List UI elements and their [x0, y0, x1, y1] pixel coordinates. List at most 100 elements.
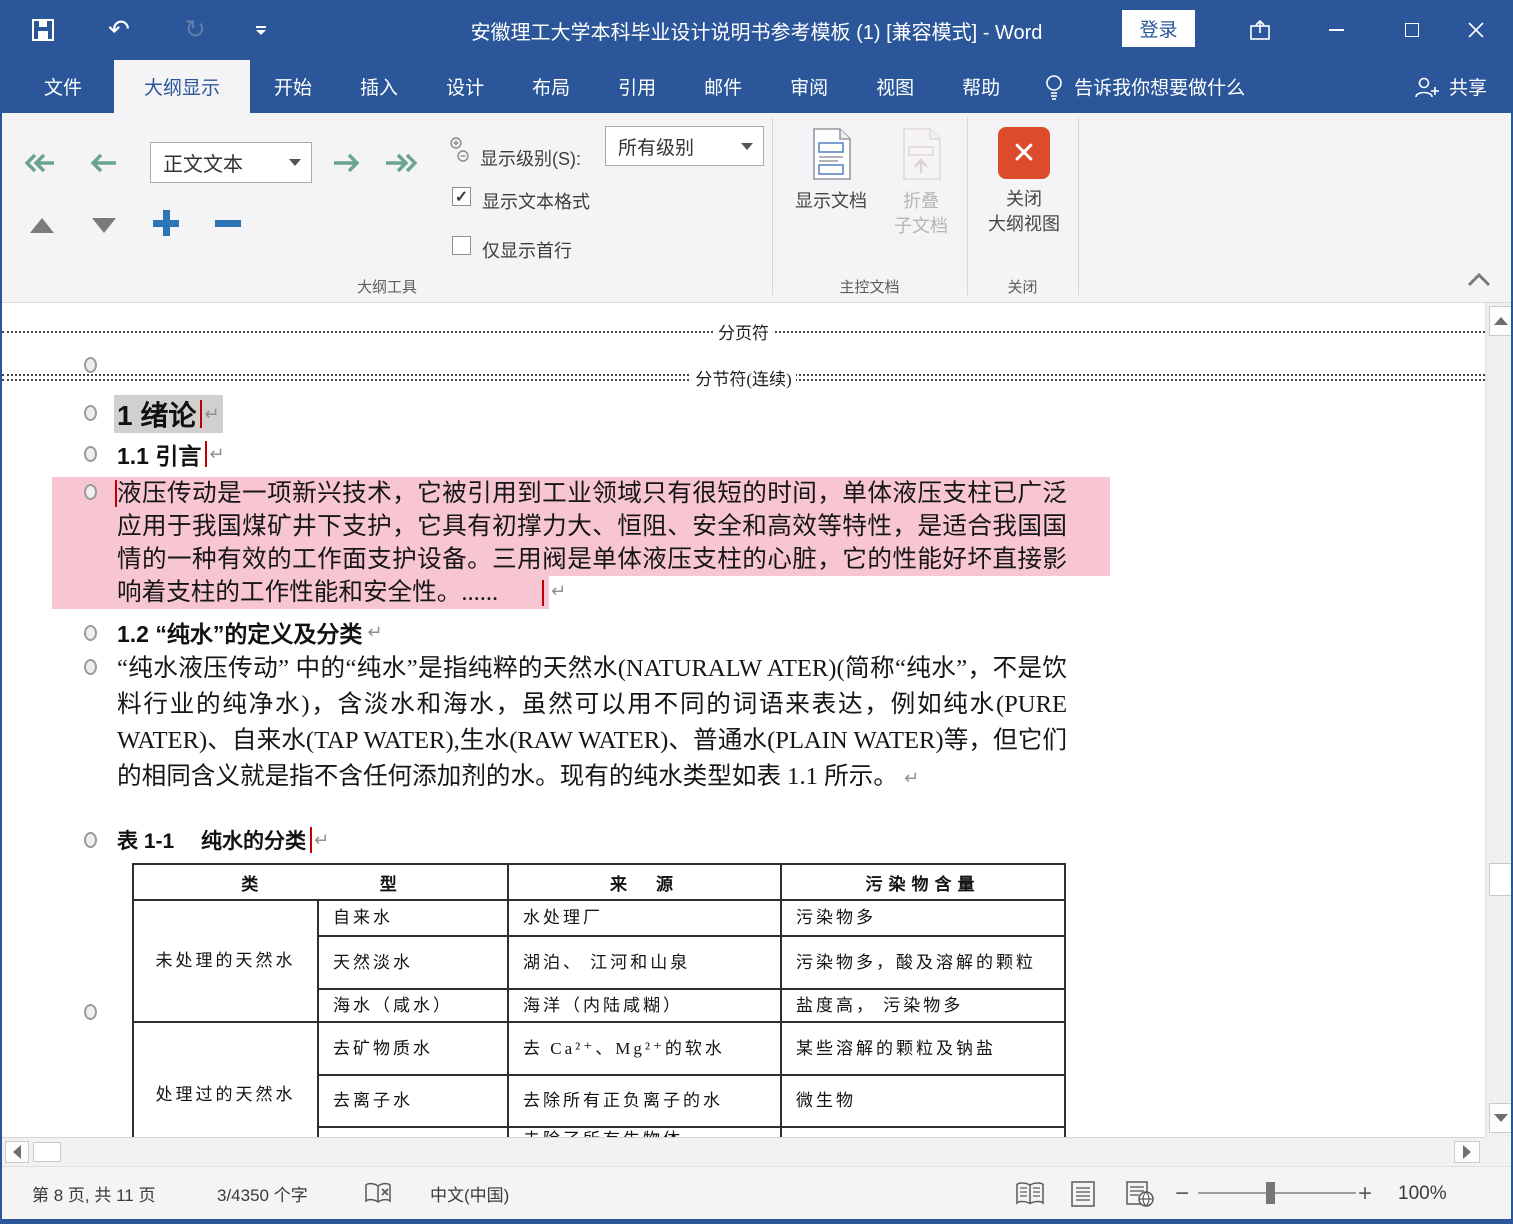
cell-type: 去离子水: [318, 1075, 508, 1127]
demote-body-icon: [384, 152, 420, 174]
ribbon-display-options-button[interactable]: [1237, 0, 1283, 60]
window-title: 安徽理工大学本科毕业设计说明书参考模板 (1) [兼容模式] - Word: [2, 0, 1511, 60]
table-caption-text: 表 1-1 纯水的分类: [117, 825, 306, 855]
vertical-scroll-thumb[interactable]: [1489, 863, 1513, 896]
chevron-down-icon: [741, 143, 753, 150]
tab-outline-view[interactable]: 大纲显示: [114, 60, 250, 113]
demote-button[interactable]: [328, 149, 364, 177]
cursor-mark: [310, 827, 312, 853]
tab-layout[interactable]: 布局: [508, 60, 594, 113]
tab-design[interactable]: 设计: [422, 60, 508, 113]
table-row: 未处理的天然水 自来水 水处理厂 污染物多: [133, 900, 1065, 936]
read-mode-button[interactable]: [1014, 1167, 1046, 1220]
heading-1-1[interactable]: 1.1 引言 ↵: [117, 438, 224, 470]
scroll-right-button[interactable]: [1454, 1141, 1480, 1163]
group-label-close: 关闭: [967, 276, 1078, 297]
promote-button[interactable]: [86, 149, 122, 177]
cell-type: 天然淡水: [318, 936, 508, 989]
print-layout-button[interactable]: [1070, 1167, 1096, 1220]
minimize-button[interactable]: [1313, 0, 1359, 60]
tell-me-label: 告诉我你想要做什么: [1074, 73, 1245, 100]
zoom-slider-track[interactable]: [1198, 1192, 1356, 1194]
zoom-in-button[interactable]: +: [1358, 1167, 1372, 1220]
show-text-formatting-label[interactable]: 显示文本格式: [482, 188, 590, 214]
chevron-up-icon: [1465, 271, 1493, 289]
outline-bullet-icon[interactable]: [84, 625, 97, 641]
status-bar: 第 8 页, 共 11 页 3/4350 个字 中文(中国): [2, 1166, 1511, 1219]
web-layout-button[interactable]: [1125, 1167, 1155, 1220]
tab-help[interactable]: 帮助: [938, 60, 1024, 113]
sign-in-button[interactable]: 登录: [1122, 10, 1195, 47]
maximize-button[interactable]: [1389, 0, 1435, 60]
paragraph-water[interactable]: “纯水液压传动” 中的“纯水”是指纯粹的天然水(NATURALW ATER)(简…: [117, 651, 1067, 797]
checkmark-icon: ✓: [455, 187, 468, 207]
scroll-left-icon: [13, 1145, 21, 1159]
expand-button[interactable]: [148, 209, 184, 237]
zoom-out-button[interactable]: −: [1175, 1167, 1189, 1220]
tab-review[interactable]: 审阅: [766, 60, 852, 113]
show-document-button[interactable]: 显示文档: [785, 127, 877, 214]
vertical-scrollbar[interactable]: [1485, 303, 1513, 1137]
document-canvas[interactable]: 分页符 分节符(连续) 1 绪论 ↵ 1.1 引言 ↵ 液压传动是一项新兴技术，…: [2, 303, 1485, 1137]
proofing-status-button[interactable]: [364, 1167, 394, 1220]
cell-pollutant: 盐度高， 污染物多: [781, 989, 1065, 1022]
tab-insert[interactable]: 插入: [336, 60, 422, 113]
horizontal-scroll-thumb[interactable]: [33, 1142, 61, 1162]
cell-source: 海洋（内陆咸糊）: [508, 989, 781, 1022]
tab-view[interactable]: 视图: [852, 60, 938, 113]
close-outline-view-button[interactable]: ✕ 关闭 大纲视图: [978, 127, 1070, 237]
close-outline-label-1: 关闭: [1006, 187, 1042, 212]
paragraph-mark-icon: ↵: [314, 830, 329, 851]
scroll-right-icon: [1463, 1145, 1471, 1159]
move-up-button[interactable]: [24, 211, 60, 239]
read-mode-icon: [1014, 1182, 1046, 1206]
scroll-left-button[interactable]: [5, 1141, 29, 1163]
zoom-level-label[interactable]: 100%: [1398, 1167, 1447, 1220]
tab-home[interactable]: 开始: [250, 60, 336, 113]
paragraph-intro[interactable]: 液压传动是一项新兴技术，它被引用到工业领域只有很短的时间，单体液压支柱已广泛应用…: [117, 477, 1067, 609]
zoom-slider-thumb[interactable]: [1266, 1182, 1275, 1204]
collapse-subdocuments-icon: [898, 127, 944, 181]
outline-bullet-icon[interactable]: [84, 446, 97, 462]
cell-source: 湖泊、 江河和山泉: [508, 936, 781, 989]
close-outline-x-icon: ✕: [998, 127, 1050, 179]
show-level-dropdown[interactable]: 所有级别: [605, 126, 764, 166]
tab-file[interactable]: 文件: [16, 60, 110, 113]
demote-to-body-button[interactable]: [384, 149, 420, 177]
scroll-down-button[interactable]: [1489, 1103, 1513, 1133]
cell-group-untreated: 未处理的天然水: [133, 900, 318, 1022]
first-line-only-label[interactable]: 仅显示首行: [482, 237, 572, 263]
web-layout-icon: [1125, 1180, 1155, 1208]
horizontal-scrollbar[interactable]: [2, 1137, 1485, 1166]
heading-1-2-text: 1.2 “纯水”的定义及分类: [117, 615, 362, 649]
tell-me-box[interactable]: 告诉我你想要做什么: [1024, 60, 1265, 113]
collapse-ribbon-button[interactable]: [1465, 271, 1493, 294]
group-separator: [1078, 117, 1079, 295]
close-button[interactable]: [1453, 0, 1499, 60]
outline-bullet-icon[interactable]: [84, 832, 97, 848]
heading-1-2[interactable]: 1.2 “纯水”的定义及分类 ↵: [117, 616, 382, 648]
outline-bullet-icon[interactable]: [84, 405, 97, 421]
outline-level-dropdown[interactable]: 正文文本: [150, 142, 312, 183]
table-caption[interactable]: 表 1-1 纯水的分类 ↵: [117, 825, 329, 855]
tab-mailings[interactable]: 邮件: [680, 60, 766, 113]
language-status[interactable]: 中文(中国): [430, 1167, 509, 1220]
promote-to-heading1-button[interactable]: [22, 149, 58, 177]
word-count-status[interactable]: 3/4350 个字: [217, 1167, 308, 1220]
first-line-only-checkbox[interactable]: [452, 236, 471, 255]
outline-bullet-icon[interactable]: [84, 1004, 97, 1020]
group-label-outline-tools: 大纲工具: [2, 276, 772, 297]
tab-references[interactable]: 引用: [594, 60, 680, 113]
scroll-up-button[interactable]: [1489, 306, 1513, 336]
outline-bullet-icon[interactable]: [84, 659, 97, 675]
heading-1[interactable]: 1 绪论 ↵: [114, 395, 223, 433]
chevron-down-icon: [289, 159, 301, 166]
collapse-button[interactable]: [210, 209, 246, 237]
table-header-row: 类 型 来 源 污染物含量: [133, 864, 1065, 900]
outline-bullet-icon[interactable]: [84, 484, 97, 500]
move-down-button[interactable]: [86, 211, 122, 239]
page-number-status[interactable]: 第 8 页, 共 11 页: [32, 1167, 155, 1220]
cell-pollutant: 某些溶解的颗粒及钠盐: [781, 1022, 1065, 1075]
show-text-formatting-checkbox[interactable]: ✓: [452, 187, 471, 206]
share-button[interactable]: 共享: [1414, 60, 1487, 113]
